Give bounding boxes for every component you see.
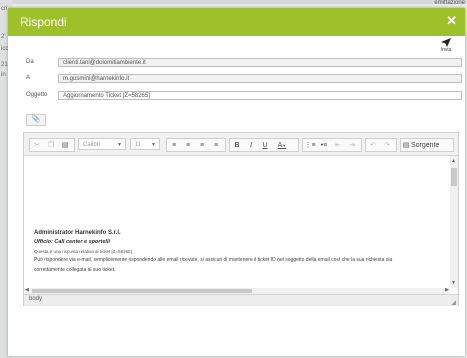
chevron-down-icon: ▼ — [282, 142, 287, 148]
editor-content[interactable]: Administrator Harnekinfo S.r.l. Ufficio:… — [24, 156, 450, 288]
scroll-thumb[interactable] — [32, 289, 252, 293]
font-color-button[interactable]: A ▼ — [272, 139, 292, 151]
font-family-select[interactable]: Calibri ▼ — [78, 138, 126, 150]
source-button[interactable]: ▤ Sorgente — [400, 138, 454, 152]
redo-icon[interactable]: ↷ — [380, 139, 394, 151]
paste-icon[interactable]: ▤ — [58, 139, 72, 151]
element-path[interactable]: body — [29, 296, 42, 302]
ticket-note: Questa è una risposta relativa al ticket… — [34, 249, 132, 254]
cut-icon[interactable]: ✂ — [30, 139, 44, 151]
from-field[interactable]: clienti.tani@dolomitiambiente.it — [58, 58, 462, 67]
scroll-down-icon[interactable]: ▼ — [451, 280, 456, 286]
body-line: Può rispondere via e-mail, semplicemente… — [34, 257, 393, 263]
vertical-scrollbar[interactable]: ▲ ▼ — [450, 156, 458, 288]
history-group: ↶ ↷ — [365, 138, 397, 152]
attach-button[interactable]: 📎 — [26, 114, 46, 126]
font-size-select[interactable]: 11 ▼ — [130, 138, 160, 150]
background-top-right-text: emittazione — [434, 0, 465, 6]
from-label: Da — [26, 59, 34, 65]
to-label: A — [26, 75, 31, 81]
align-group: ≡ ≡ ≡ ≡ — [166, 138, 226, 152]
background-top-strip — [0, 0, 467, 4]
paperclip-icon: 📎 — [31, 116, 41, 123]
source-label: Sorgente — [411, 141, 440, 149]
font-family-value: Calibri — [83, 142, 101, 148]
font-size-value: 11 — [135, 142, 142, 148]
italic-button[interactable]: I — [244, 139, 258, 151]
chevron-down-icon: ▼ — [151, 142, 156, 148]
numbered-list-icon[interactable]: ⋮≡ — [303, 139, 317, 151]
background-fragment: cri — [1, 6, 8, 12]
send-label: Invia — [440, 47, 452, 53]
undo-icon[interactable]: ↶ — [366, 139, 380, 151]
scroll-right-icon[interactable]: ▶ — [445, 287, 449, 293]
reply-dialog: Rispondi ✕ Invia Da clienti.tani@dolomit… — [8, 8, 465, 356]
resize-grip-icon[interactable] — [451, 300, 456, 305]
align-center-icon[interactable]: ≡ — [181, 139, 195, 151]
scroll-thumb[interactable] — [451, 168, 457, 186]
subject-field[interactable]: Aggiornamento Ticket [Z=58265] — [58, 91, 462, 100]
clipboard-group: ✂ ❐ ▤ — [29, 138, 75, 152]
outdent-icon[interactable]: ⇤ — [331, 139, 345, 151]
send-button[interactable]: Invia — [437, 38, 455, 53]
rich-text-editor: ✂ ❐ ▤ Calibri ▼ 11 ▼ ≡ ≡ ≡ ≡ B I U A ▼ ⋮… — [23, 132, 459, 306]
indent-icon[interactable]: ⇥ — [345, 139, 359, 151]
underline-button[interactable]: U — [258, 139, 272, 151]
align-left-icon[interactable]: ≡ — [167, 139, 181, 151]
bulleted-list-icon[interactable]: •≡ — [317, 139, 331, 151]
dialog-title: Rispondi — [20, 15, 67, 29]
editor-toolbar: ✂ ❐ ▤ Calibri ▼ 11 ▼ ≡ ≡ ≡ ≡ B I U A ▼ ⋮… — [24, 133, 458, 156]
align-right-icon[interactable]: ≡ — [195, 139, 209, 151]
close-icon[interactable]: ✕ — [446, 13, 457, 29]
list-group: ⋮≡ •≡ ⇤ ⇥ — [302, 138, 362, 152]
background-fragment: in — [1, 72, 6, 78]
body-line: correttamente collegata al suo ticket. — [34, 267, 116, 273]
to-field[interactable]: m.gusmini@harnekinfo.it — [58, 74, 462, 83]
background-fragment: 21 — [1, 62, 8, 68]
format-group: B I U A ▼ — [229, 138, 299, 152]
bold-button[interactable]: B — [230, 139, 244, 151]
send-icon — [441, 38, 451, 47]
signature-name: Administrator Harnekinfo S.r.l. — [34, 230, 121, 236]
editor-statusbar: body — [24, 294, 458, 306]
copy-icon[interactable]: ❐ — [44, 139, 58, 151]
scroll-left-icon[interactable]: ◀ — [25, 287, 29, 293]
scroll-up-icon[interactable]: ▲ — [451, 158, 456, 164]
align-justify-icon[interactable]: ≡ — [209, 139, 223, 151]
subject-label: Oggetto — [26, 92, 48, 98]
chevron-down-icon: ▼ — [117, 142, 122, 148]
signature-office: Ufficio: Call center e sportelli — [34, 239, 111, 245]
background-fragment: 2' — [1, 34, 6, 40]
dialog-titlebar: Rispondi ✕ — [8, 8, 465, 36]
source-icon: ▤ — [402, 142, 410, 149]
